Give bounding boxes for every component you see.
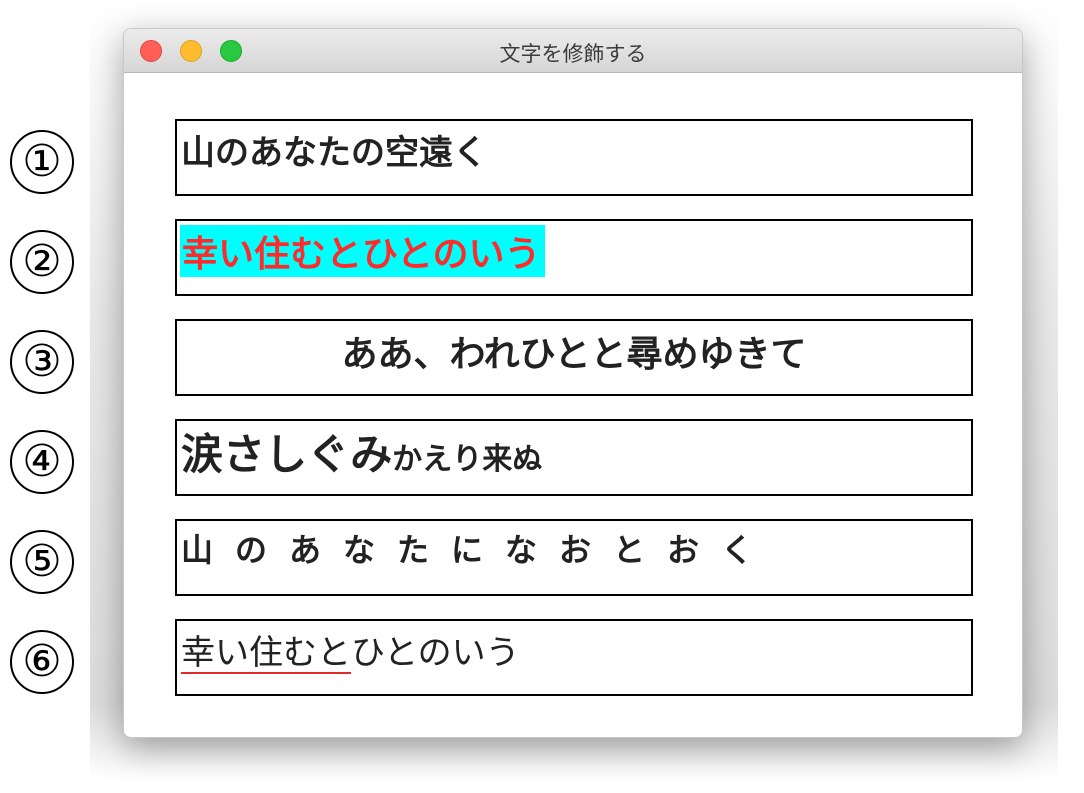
text-row-4-large: 涙さしぐみ (181, 430, 393, 479)
marker-5: ⑤ (10, 530, 74, 594)
marker-4: ④ (10, 430, 74, 494)
text-row-6-rest: ひとのいう (351, 633, 520, 673)
text-row-1: 山のあなたの空遠く (181, 133, 487, 173)
text-box-4: 涙さしぐみかえり来ぬ (175, 419, 973, 496)
text-row-3-centered: ああ、われひとと尋めゆきて (341, 334, 807, 375)
text-box-1: 山のあなたの空遠く (175, 119, 973, 196)
text-row-6-underlined: 幸い住むと (181, 633, 351, 673)
text-box-5: 山のあなたになおとおく (175, 519, 973, 596)
text-row-4: 涙さしぐみかえり来ぬ (181, 421, 542, 482)
text-row-4-small: かえり来ぬ (392, 442, 543, 477)
marker-1: ① (10, 130, 74, 194)
text-row-6: 幸い住むとひとのいう (181, 625, 520, 674)
text-box-3: ああ、われひとと尋めゆきて (175, 319, 973, 396)
marker-3: ③ (10, 330, 74, 394)
window-title: 文字を修飾する (499, 42, 647, 66)
marker-2: ② (10, 230, 74, 294)
marker-6: ⑥ (10, 630, 74, 694)
title-bar[interactable]: 文字を修飾する (124, 29, 1022, 73)
text-box-2: 幸い住むとひとのいう (175, 219, 973, 296)
text-row-5-spaced: 山のあなたになおとおく (181, 531, 776, 569)
text-row-2-highlighted: 幸い住むとひとのいう (180, 225, 545, 277)
text-box-6: 幸い住むとひとのいう (175, 619, 973, 696)
